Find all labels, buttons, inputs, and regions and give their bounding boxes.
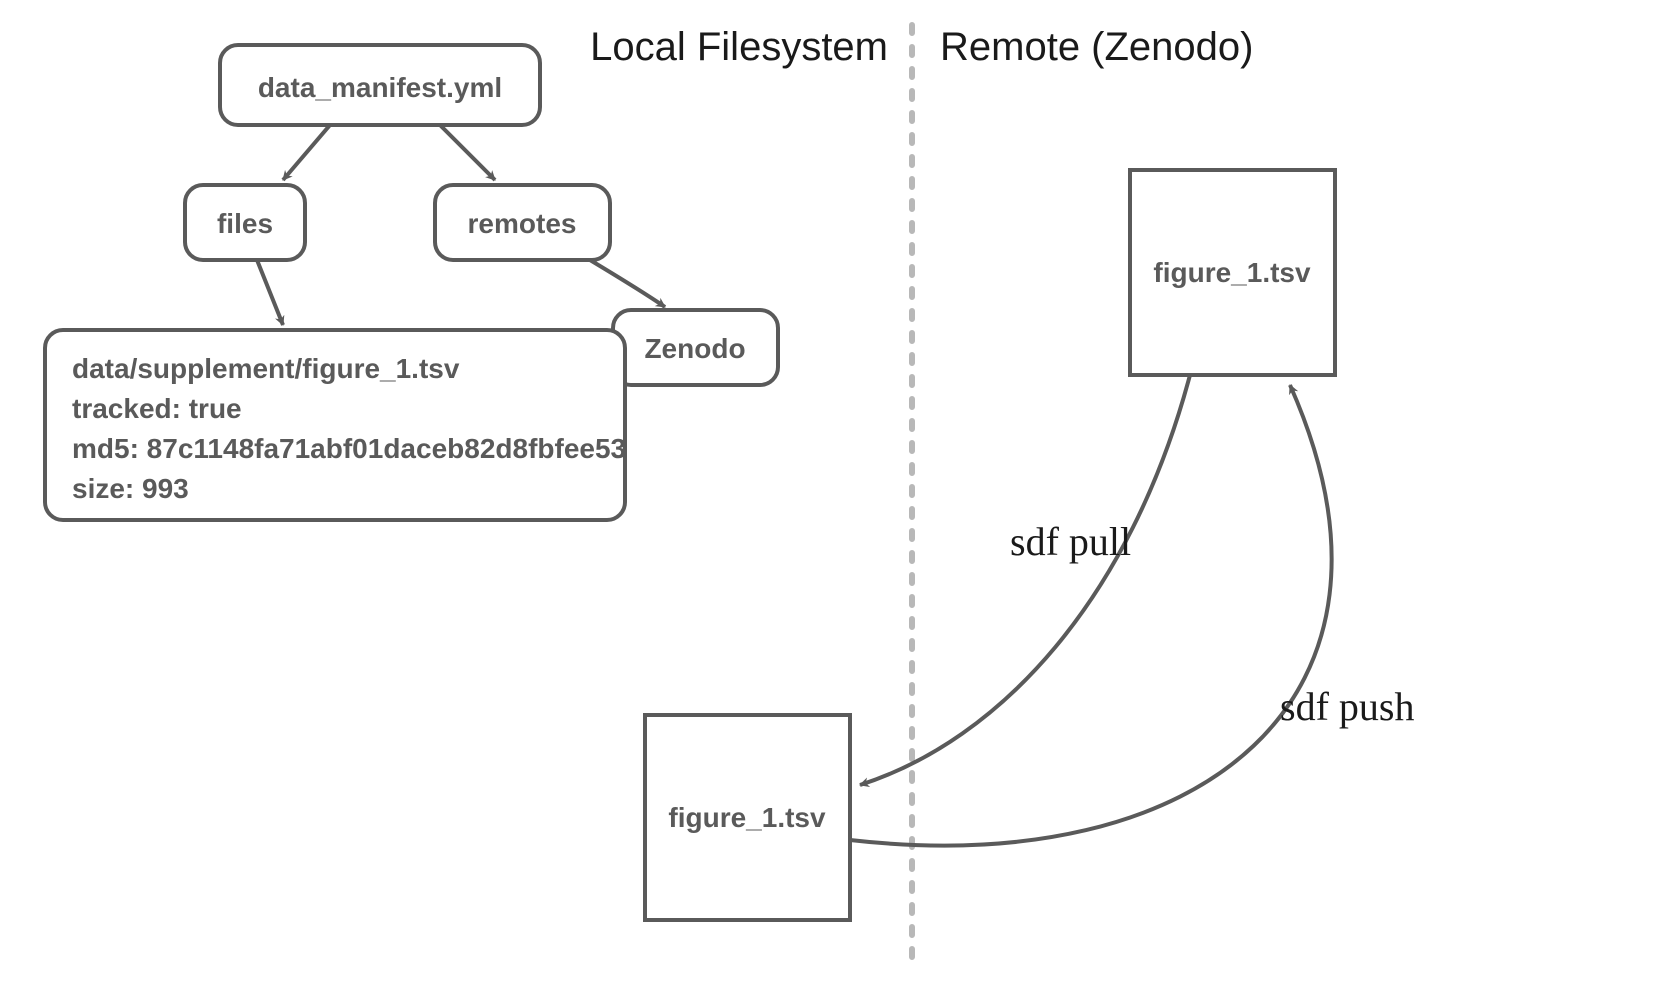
edge-manifest-files xyxy=(283,125,330,180)
node-remotes-label: remotes xyxy=(468,208,577,239)
node-remote-file-label: figure_1.tsv xyxy=(1153,257,1311,288)
edge-manifest-remotes xyxy=(440,125,495,180)
file-detail-size: size: 993 xyxy=(72,473,189,504)
file-detail-path: data/supplement/figure_1.tsv xyxy=(72,353,460,384)
edge-push xyxy=(850,385,1332,846)
label-push: sdf push xyxy=(1280,684,1414,729)
label-pull: sdf pull xyxy=(1010,519,1131,564)
node-local-file-label: figure_1.tsv xyxy=(668,802,826,833)
node-files-label: files xyxy=(217,208,273,239)
file-detail-md5: md5: 87c1148fa71abf01daceb82d8fbfee53 xyxy=(72,433,626,464)
node-zenodo-label: Zenodo xyxy=(644,333,745,364)
edge-remotes-zenodo xyxy=(590,260,665,307)
file-detail-tracked: tracked: true xyxy=(72,393,242,424)
heading-local: Local Filesystem xyxy=(590,25,888,69)
heading-remote: Remote (Zenodo) xyxy=(940,25,1253,69)
node-manifest-label: data_manifest.yml xyxy=(258,72,502,103)
edge-files-detail xyxy=(257,260,283,325)
